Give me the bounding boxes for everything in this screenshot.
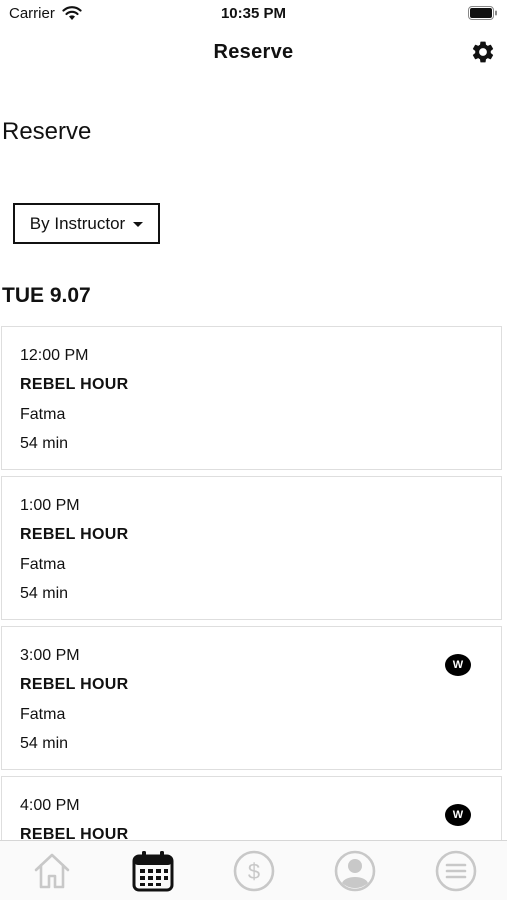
class-name: REBEL HOUR (20, 826, 129, 840)
page-title: Reserve (2, 118, 92, 145)
class-card[interactable]: 4:00 PM REBEL HOUR W (1, 776, 502, 840)
class-card[interactable]: 3:00 PM REBEL HOUR Fatma 54 min W (1, 626, 502, 770)
filter-dropdown-label: By Instructor (29, 213, 126, 233)
tab-bar: $ (0, 840, 507, 900)
status-time: 10:35 PM (220, 5, 287, 22)
class-card[interactable]: 12:00 PM REBEL HOUR Fatma 54 min (1, 326, 502, 470)
class-instructor: Fatma (20, 706, 66, 723)
class-duration: 54 min (20, 435, 69, 452)
class-name: REBEL HOUR (20, 376, 129, 393)
class-instructor: Fatma (20, 556, 66, 573)
tab-schedule[interactable] (130, 849, 176, 893)
battery-icon (468, 6, 497, 20)
class-name: REBEL HOUR (20, 526, 129, 543)
tab-menu[interactable] (433, 849, 479, 893)
profile-icon (334, 850, 376, 892)
gear-icon (472, 41, 494, 63)
menu-icon (435, 850, 477, 892)
class-time: 3:00 PM (20, 647, 80, 664)
calendar-icon (132, 851, 174, 892)
class-list[interactable]: 12:00 PM REBEL HOUR Fatma 54 min 1:00 PM… (0, 326, 507, 840)
settings-button[interactable] (469, 38, 497, 66)
filter-dropdown[interactable]: By Instructor (13, 203, 160, 244)
class-instructor: Fatma (20, 406, 66, 423)
waitlist-badge: W (445, 654, 471, 676)
class-name: REBEL HOUR (20, 676, 129, 693)
caret-down-icon (133, 222, 144, 227)
class-time: 4:00 PM (20, 797, 80, 814)
tab-pricing[interactable]: $ (231, 849, 277, 893)
nav-bar: Reserve (0, 30, 507, 76)
svg-text:$: $ (248, 859, 260, 884)
home-icon (34, 853, 70, 889)
dollar-icon: $ (233, 850, 275, 892)
date-header: TUE 9.07 (2, 284, 91, 307)
tab-profile[interactable] (332, 849, 378, 893)
class-card[interactable]: 1:00 PM REBEL HOUR Fatma 54 min (1, 476, 502, 620)
class-duration: 54 min (20, 585, 69, 602)
waitlist-badge: W (445, 804, 471, 826)
nav-title: Reserve (213, 41, 294, 63)
class-duration: 54 min (20, 735, 69, 752)
class-time: 1:00 PM (20, 497, 80, 514)
class-time: 12:00 PM (20, 347, 89, 364)
status-bar: Carrier 10:35 PM (0, 0, 507, 30)
tab-home[interactable] (29, 849, 75, 893)
